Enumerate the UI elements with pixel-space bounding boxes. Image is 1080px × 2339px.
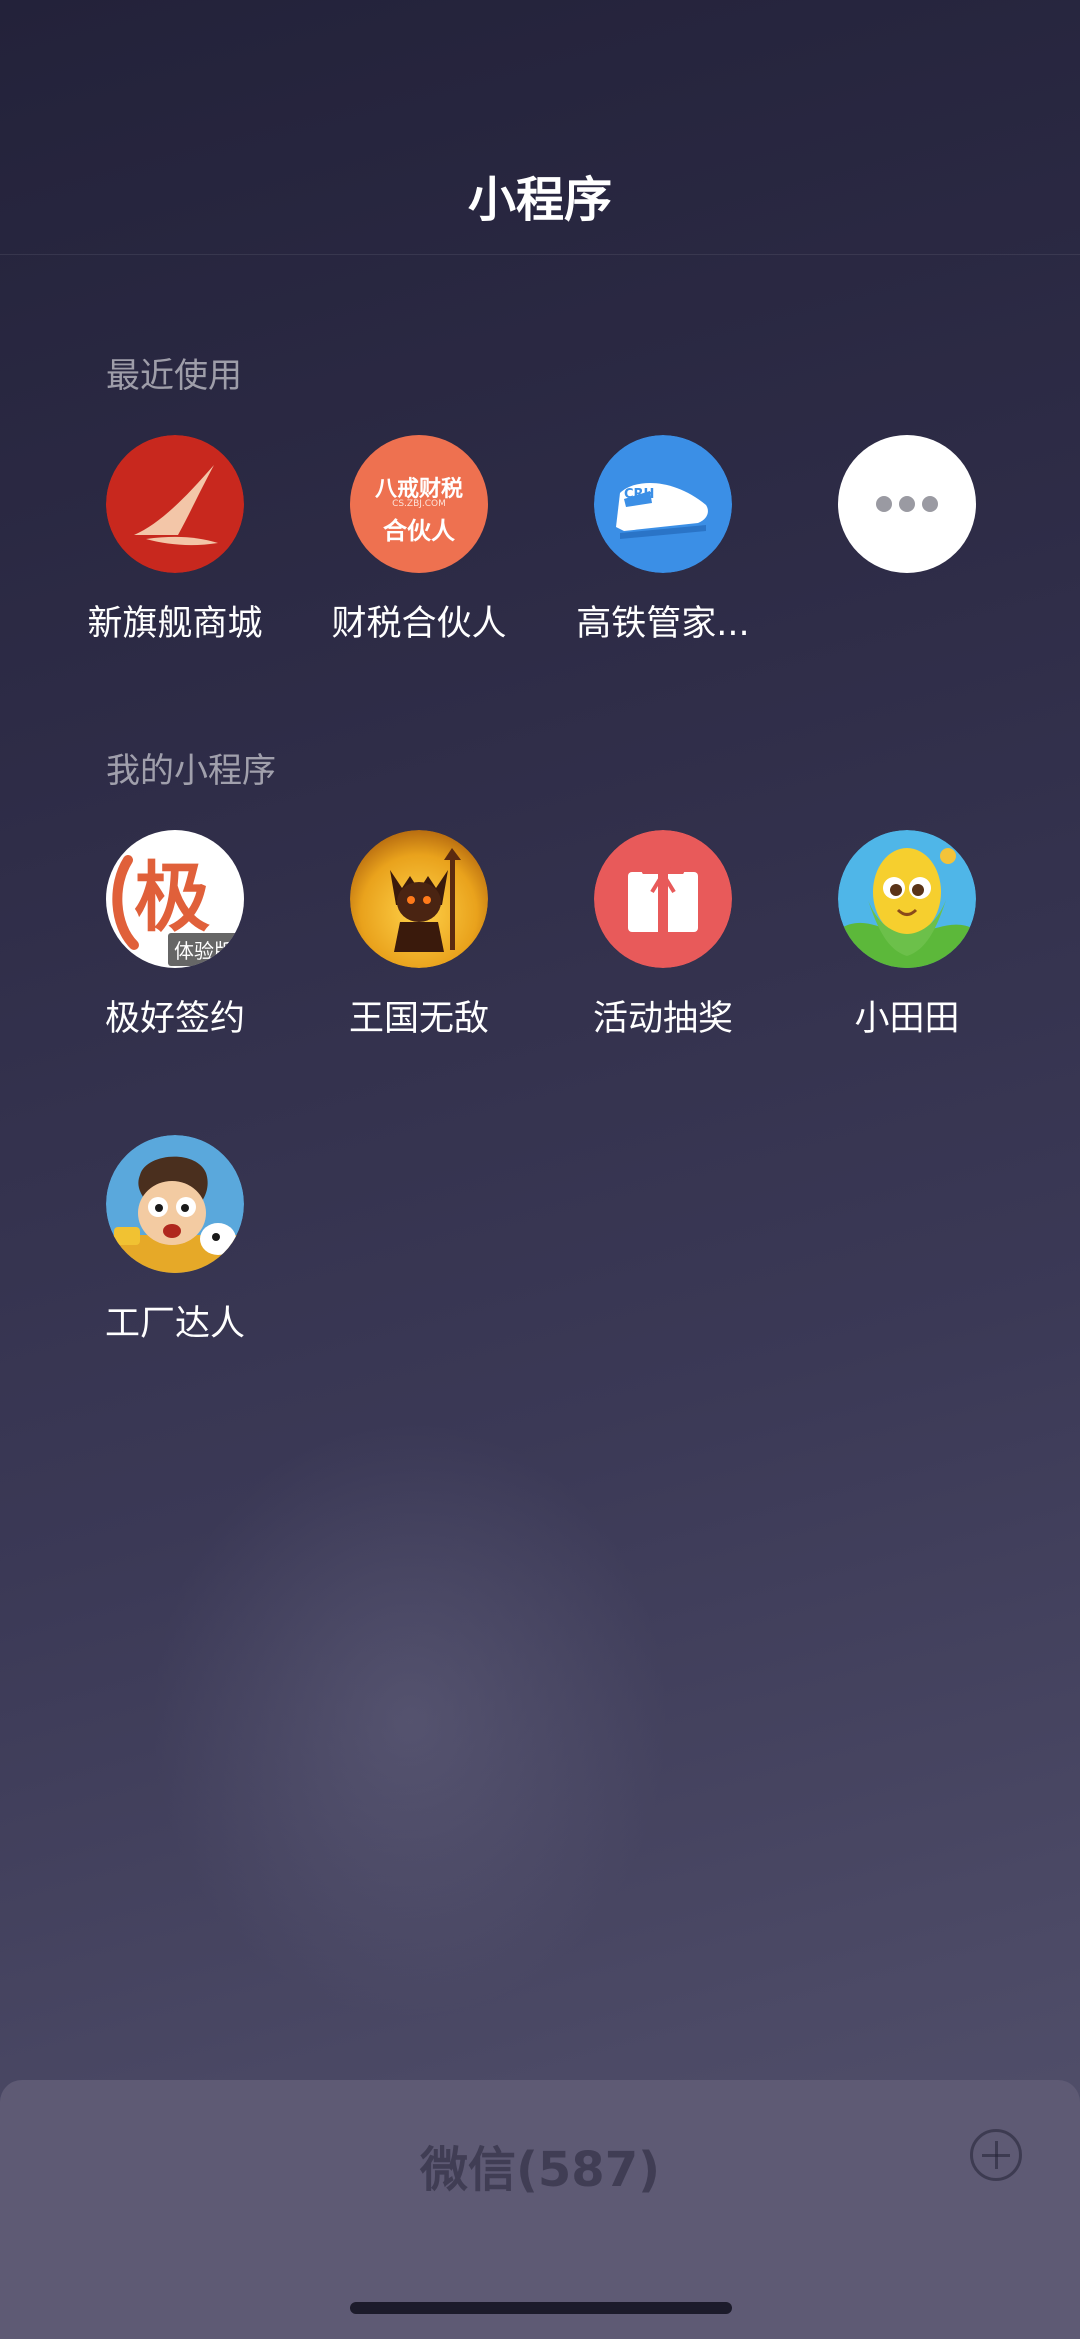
section-title-recent: 最近使用	[106, 356, 242, 396]
app-label: 小田田	[854, 999, 960, 1039]
mini-program-xiaotiantian[interactable]: 小田田	[807, 830, 1007, 1041]
more-icon	[838, 435, 976, 573]
page-title: 小程序	[467, 172, 612, 228]
wechat-chat-count: 微信(587)	[419, 2142, 661, 2198]
app-label: 高铁管家...	[576, 604, 750, 644]
mini-program-train-butler[interactable]: CRH 高铁管家...	[563, 435, 763, 646]
app-label: 活动抽奖	[592, 999, 733, 1039]
wechat-bottom-sheet[interactable]: 微信(587)	[0, 2080, 1080, 2339]
trial-badge: 体验版	[168, 933, 240, 966]
tax-partner-icon: 八戒财税 CS.ZBJ.COM 合伙人	[350, 435, 488, 573]
more-button[interactable]	[807, 435, 1007, 595]
icon-text: 合伙人	[383, 517, 455, 545]
flagship-mall-icon	[106, 435, 244, 573]
factory-game-icon	[106, 1135, 244, 1273]
app-label: 极好签约	[104, 999, 245, 1039]
background-glow	[150, 1420, 670, 2020]
home-indicator[interactable]	[350, 2302, 732, 2314]
add-icon[interactable]	[970, 2129, 1022, 2181]
section-title-mine: 我的小程序	[106, 751, 276, 791]
header: 小程序	[0, 0, 1080, 255]
mini-program-factory-game[interactable]: 工厂达人	[75, 1135, 275, 1346]
train-butler-icon: CRH	[594, 435, 732, 573]
corn-character-icon	[838, 830, 976, 968]
mini-program-flagship-mall[interactable]: 新旗舰商城	[75, 435, 275, 646]
gift-lottery-icon	[594, 830, 732, 968]
app-label: 工厂达人	[104, 1304, 245, 1344]
kingdom-game-icon	[350, 830, 488, 968]
mini-program-kingdom-game[interactable]: 王国无敌	[319, 830, 519, 1041]
jihao-sign-icon: 极 体验版	[106, 830, 244, 968]
icon-text: 极	[134, 853, 210, 942]
mini-program-jihao-sign[interactable]: 极 体验版 极好签约	[75, 830, 275, 1041]
mini-program-tax-partner[interactable]: 八戒财税 CS.ZBJ.COM 合伙人 财税合伙人	[319, 435, 519, 646]
app-label: 新旗舰商城	[87, 604, 263, 644]
app-label: 王国无敌	[348, 999, 489, 1039]
app-label: 财税合伙人	[331, 604, 507, 644]
icon-text: CRH	[624, 487, 655, 502]
mini-program-gift-lottery[interactable]: 活动抽奖	[563, 830, 763, 1041]
icon-text: CS.ZBJ.COM	[392, 499, 446, 509]
